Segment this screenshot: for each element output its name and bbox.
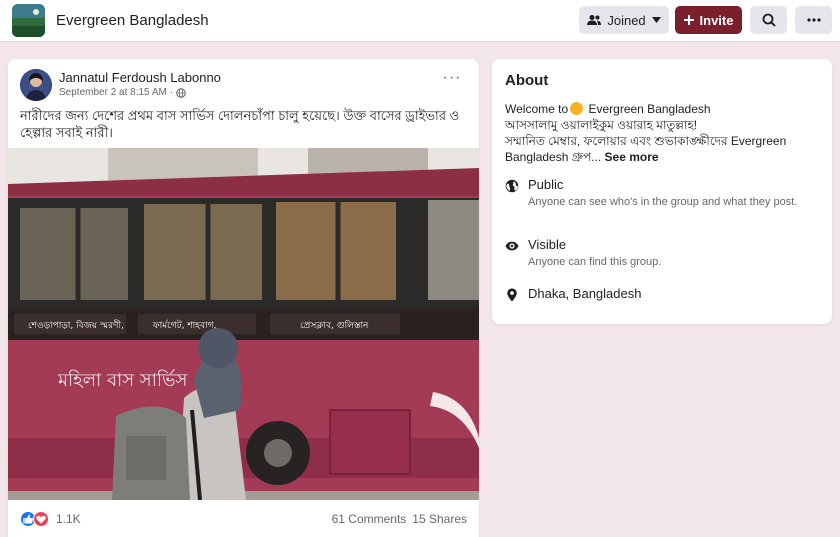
people-icon xyxy=(587,15,602,25)
joined-label: Joined xyxy=(607,12,646,28)
visibility-row: Visible Anyone can find this group. xyxy=(505,237,808,270)
author-avatar[interactable] xyxy=(20,69,52,101)
public-description: Anyone can see who's in the group and wh… xyxy=(528,196,798,208)
love-reaction-icon xyxy=(33,511,49,527)
engagement-summary: 61 Comments 15 Shares xyxy=(332,512,467,526)
shares-count[interactable]: 15 Shares xyxy=(412,512,467,526)
caret-down-icon xyxy=(651,17,661,23)
post-text: নারীদের জন্য দেশের প্রথম বাস সার্ভিস দোল… xyxy=(20,108,460,140)
post-author[interactable]: Jannatul Ferdoush Labonno xyxy=(59,70,221,85)
welcome-text: Welcome to xyxy=(505,102,569,116)
post-more-button[interactable]: ··· xyxy=(440,70,464,89)
privacy-public-row: Public Anyone can see who's in the group… xyxy=(505,177,808,210)
bus-side-label: মহিলা বাস সার্ভিস xyxy=(57,369,188,391)
search-button[interactable] xyxy=(750,6,787,34)
about-title: About xyxy=(505,72,549,89)
route-label-2: ফার্মগেট, শাহবাগ, xyxy=(152,319,216,331)
post-photo[interactable]: শেওড়াপাড়া, বিজয় স্মরণী, ফার্মগেট, শাহ… xyxy=(8,148,479,500)
visible-description: Anyone can find this group. xyxy=(528,256,662,268)
invite-button[interactable]: Invite xyxy=(675,6,742,34)
globe-icon xyxy=(176,87,186,98)
smile-emoji-icon xyxy=(570,102,584,115)
about-card: About Welcome to Evergreen Bangladesh আস… xyxy=(492,59,832,324)
globe-icon xyxy=(505,179,519,193)
reactions-summary[interactable]: 1.1K xyxy=(20,511,81,527)
route-label-3: প্রেসক্লাব, গুলিস্তান xyxy=(300,320,369,331)
post-meta: September 2 at 8:15 AM · xyxy=(59,87,186,98)
eye-icon xyxy=(505,241,519,251)
location-text[interactable]: Dhaka, Bangladesh xyxy=(528,286,641,302)
comments-count[interactable]: 61 Comments xyxy=(332,512,407,526)
post-card: Jannatul Ferdoush Labonno September 2 at… xyxy=(8,59,479,537)
ellipsis-icon xyxy=(806,18,821,22)
plus-icon xyxy=(683,15,694,25)
greeting-text: আসসালামু ওয়ালাইকুম ওয়ারাহ মাতুল্লাহ! xyxy=(505,118,698,132)
joined-button[interactable]: Joined xyxy=(579,6,669,34)
route-label-1: শেওড়াপাড়া, বিজয় স্মরণী, xyxy=(28,319,124,331)
visible-title: Visible xyxy=(528,237,567,252)
location-row: Dhaka, Bangladesh xyxy=(505,286,641,302)
search-icon xyxy=(762,13,776,27)
see-more-link[interactable]: See more xyxy=(605,150,659,164)
post-date[interactable]: September 2 at 8:15 AM xyxy=(59,87,167,98)
public-title: Public xyxy=(528,177,564,192)
welcome-group-name: Evergreen Bangladesh xyxy=(588,102,711,116)
group-name[interactable]: Evergreen Bangladesh xyxy=(56,12,209,29)
location-pin-icon xyxy=(507,288,517,302)
group-cover-thumbnail[interactable] xyxy=(12,4,45,37)
invite-label: Invite xyxy=(699,12,734,28)
more-options-button[interactable] xyxy=(795,6,832,34)
reaction-count: 1.1K xyxy=(56,512,81,526)
top-bar: Evergreen Bangladesh Joined Invite xyxy=(0,0,840,42)
about-description: Welcome to Evergreen Bangladesh আসসালামু… xyxy=(505,101,823,165)
